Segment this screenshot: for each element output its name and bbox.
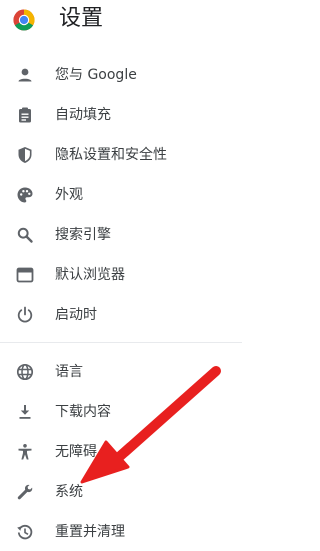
accessibility-icon: [15, 442, 35, 462]
clipboard-icon: [15, 105, 35, 125]
nav-item-downloads[interactable]: 下载内容: [0, 394, 240, 430]
nav-item-label: 您与 Google: [55, 67, 137, 83]
nav-item-label: 启动时: [55, 307, 97, 323]
shield-icon: [15, 145, 35, 165]
nav-item-label: 搜索引擎: [55, 227, 111, 243]
nav-item-appearance[interactable]: 外观: [0, 177, 240, 213]
nav-item-search-engine[interactable]: 搜索引擎: [0, 217, 240, 253]
nav-item-default-browser[interactable]: 默认浏览器: [0, 257, 240, 293]
nav-item-label: 默认浏览器: [55, 267, 125, 283]
globe-icon: [15, 362, 35, 382]
search-icon: [15, 225, 35, 245]
nav-item-reset-cleanup[interactable]: 重置并清理: [0, 514, 240, 550]
history-icon: [15, 522, 35, 542]
nav-item-label: 隐私设置和安全性: [55, 147, 167, 163]
nav-divider: [0, 342, 242, 343]
palette-icon: [15, 185, 35, 205]
settings-nav: 您与 Google 自动填充 隐私设置和安全性 外观 搜索引擎 默认浏览器 启动…: [0, 0, 283, 551]
nav-item-label: 下载内容: [55, 404, 111, 420]
nav-item-label: 外观: [55, 187, 83, 203]
nav-item-label: 无障碍: [55, 444, 97, 460]
nav-item-on-startup[interactable]: 启动时: [0, 297, 240, 333]
nav-item-label: 重置并清理: [55, 524, 125, 540]
nav-item-autofill[interactable]: 自动填充: [0, 97, 240, 133]
nav-item-label: 自动填充: [55, 107, 111, 123]
nav-item-you-and-google[interactable]: 您与 Google: [0, 57, 240, 93]
settings-page: 设置 您与 Google 自动填充 隐私设置和安全性 外观 搜索引擎 默认浏览器…: [0, 0, 283, 551]
browser-window-icon: [15, 265, 35, 285]
nav-item-privacy-security[interactable]: 隐私设置和安全性: [0, 137, 240, 173]
person-icon: [15, 65, 35, 85]
nav-item-accessibility[interactable]: 无障碍: [0, 434, 240, 470]
nav-item-label: 语言: [55, 364, 83, 380]
nav-item-label: 系统: [55, 484, 83, 500]
nav-item-languages[interactable]: 语言: [0, 354, 240, 390]
nav-item-system[interactable]: 系统: [0, 474, 240, 510]
power-icon: [15, 305, 35, 325]
wrench-icon: [15, 482, 35, 502]
download-icon: [15, 402, 35, 422]
